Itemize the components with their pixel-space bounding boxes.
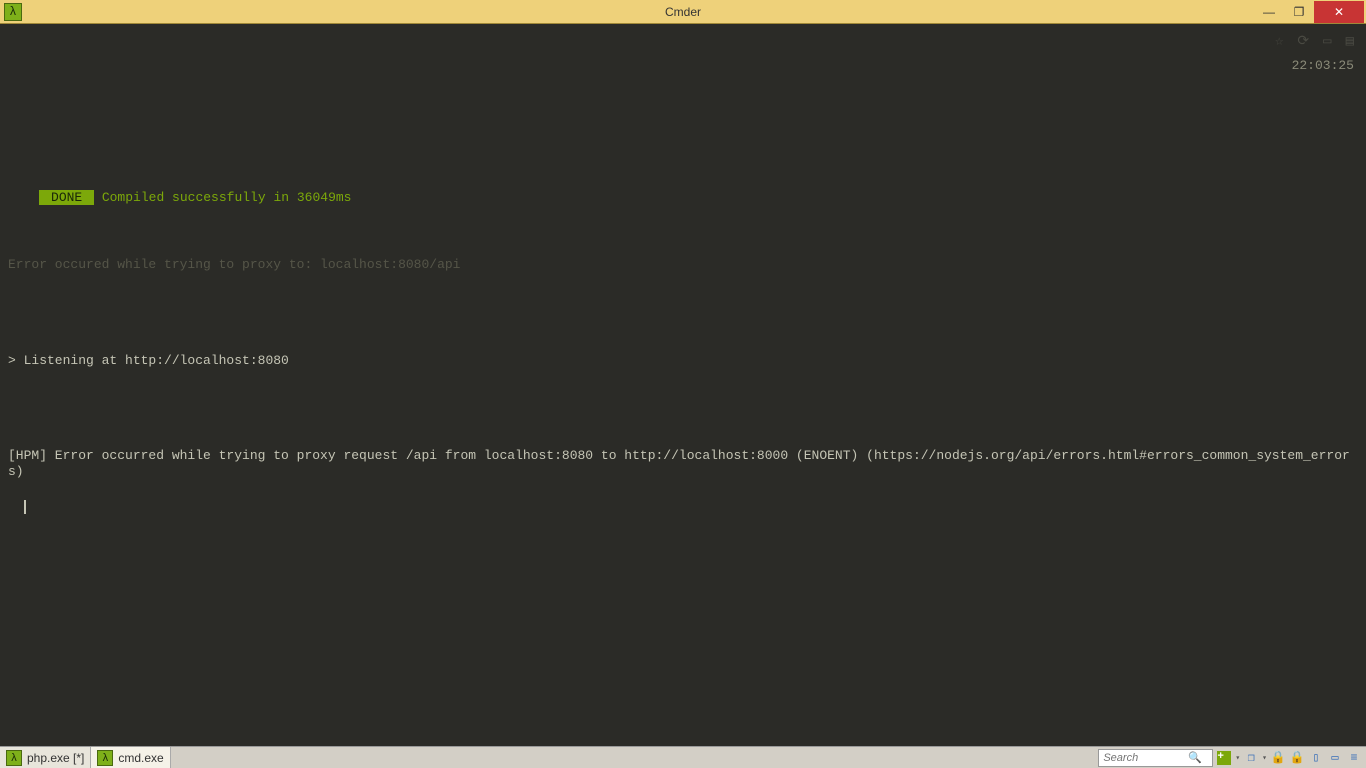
tab-php[interactable]: λ php.exe [*] xyxy=(0,747,91,768)
add-tab-button[interactable]: + xyxy=(1216,750,1232,766)
search-input[interactable] xyxy=(1103,752,1188,764)
tab-cmd[interactable]: λ cmd.exe xyxy=(91,747,170,768)
footer-bar: λ php.exe [*] λ cmd.exe 🔍 + ▾ ❐ ▾ 🔒 🔒 ▯ … xyxy=(0,746,1366,768)
windows-icon[interactable]: ❐ xyxy=(1243,750,1259,766)
terminal-line: [HPM] Error occurred while trying to pro… xyxy=(8,448,1358,481)
close-button[interactable]: ✕ xyxy=(1314,1,1364,23)
search-icon[interactable]: 🔍 xyxy=(1188,751,1202,765)
menu-icon[interactable]: ≡ xyxy=(1346,750,1362,766)
terminal-output[interactable]: ☆ ⟳ ▭ ▤ 22:03:25 DONE Compiled successfu… xyxy=(0,24,1366,746)
minimize-button[interactable]: — xyxy=(1254,1,1284,23)
terminal-line: Error occured while trying to proxy to: … xyxy=(8,257,1358,273)
terminal-line: > Listening at http://localhost:8080 xyxy=(8,353,1358,369)
search-box[interactable]: 🔍 xyxy=(1098,749,1213,767)
layout-icon-1[interactable]: ▯ xyxy=(1308,750,1324,766)
lock-icon[interactable]: 🔒 xyxy=(1270,750,1286,766)
done-badge: DONE xyxy=(39,190,94,205)
layers-icon: ▤ xyxy=(1346,34,1354,52)
app-icon: λ xyxy=(4,3,22,21)
window-controls: — ❐ ✕ xyxy=(1254,1,1364,23)
lambda-icon: λ xyxy=(6,750,22,766)
lambda-icon: λ xyxy=(97,750,113,766)
add-dropdown[interactable]: ▾ xyxy=(1235,753,1240,763)
lambda-icon: λ xyxy=(9,5,16,19)
tab-label: php.exe [*] xyxy=(27,751,84,765)
square-icon: ▭ xyxy=(1323,34,1331,52)
windows-dropdown[interactable]: ▾ xyxy=(1262,753,1267,763)
star-icon: ☆ xyxy=(1275,34,1283,52)
cursor xyxy=(24,500,26,514)
refresh-icon: ⟳ xyxy=(1297,34,1309,52)
tab-label: cmd.exe xyxy=(118,751,163,765)
maximize-button[interactable]: ❐ xyxy=(1284,1,1314,23)
window-title: Cmder xyxy=(665,5,701,19)
layout-icon-2[interactable]: ▭ xyxy=(1327,750,1343,766)
ghost-toolbar: ☆ ⟳ ▭ ▤ xyxy=(1275,34,1354,52)
footer-right: 🔍 + ▾ ❐ ▾ 🔒 🔒 ▯ ▭ ≡ xyxy=(1098,747,1366,768)
terminal-line: DONE Compiled successfully in 36049ms xyxy=(8,174,1358,223)
compile-timestamp: 22:03:25 xyxy=(1292,58,1354,74)
titlebar: λ Cmder — ❐ ✕ xyxy=(0,0,1366,24)
lock-icon-2[interactable]: 🔒 xyxy=(1289,750,1305,766)
compile-status: Compiled successfully in 36049ms xyxy=(94,190,351,205)
